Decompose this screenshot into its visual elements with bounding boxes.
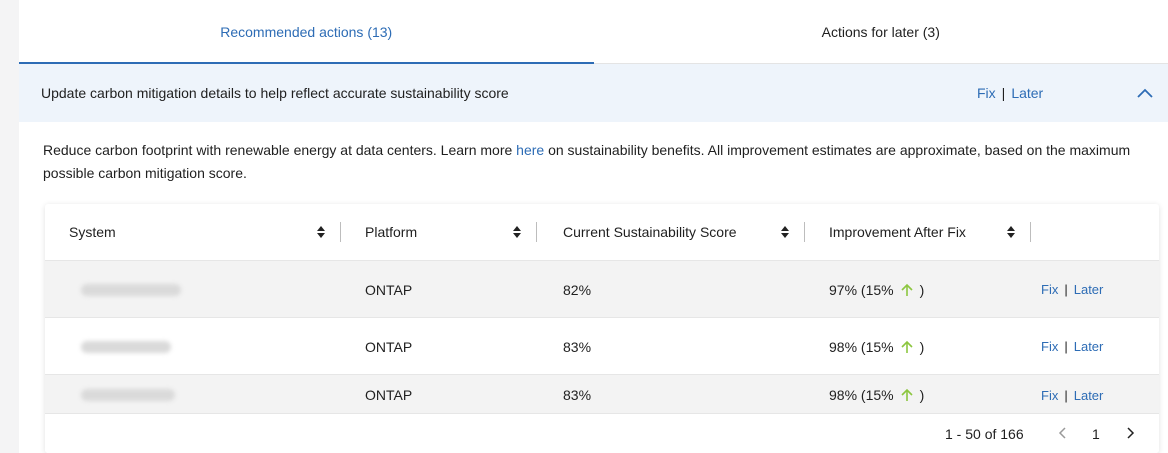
column-label: System — [69, 224, 116, 240]
column-label: Platform — [365, 224, 418, 240]
column-divider[interactable] — [804, 222, 805, 242]
chevron-up-icon[interactable] — [1136, 86, 1154, 100]
tab-label: Recommended actions (13) — [220, 23, 393, 40]
score-cell: 83% — [563, 338, 592, 355]
system-name-redacted — [81, 375, 175, 415]
improvement-close: ) — [919, 387, 925, 403]
recommendation-accordion-header[interactable]: Update carbon mitigation details to help… — [19, 64, 1168, 122]
column-header-platform[interactable]: Platform — [365, 204, 417, 260]
arrow-up-icon — [901, 388, 913, 401]
redacted-text — [81, 389, 175, 401]
sort-icon[interactable] — [316, 224, 326, 240]
improvement-close: ) — [919, 281, 925, 298]
tab-actions-for-later[interactable]: Actions for later (3) — [594, 0, 1168, 63]
column-divider[interactable] — [1030, 222, 1031, 242]
score-cell: 83% — [563, 387, 592, 403]
table-row[interactable]: ONTAP 83% 98% (15% ) Fix | Later — [45, 317, 1159, 374]
current-page-number[interactable]: 1 — [1092, 426, 1100, 442]
improvement-close: ) — [919, 338, 925, 355]
platform-cell: ONTAP — [365, 387, 413, 403]
tab-bar: Recommended actions (13) Actions for lat… — [19, 0, 1168, 64]
arrow-up-icon — [901, 283, 913, 296]
later-all-link[interactable]: Later — [1011, 85, 1043, 101]
row-fix-link[interactable]: Fix — [1041, 282, 1058, 297]
score-cell: 82% — [563, 281, 592, 298]
column-header-improvement[interactable]: Improvement After Fix — [829, 204, 966, 260]
row-actions: Fix | Later — [1041, 261, 1103, 318]
row-later-link[interactable]: Later — [1074, 339, 1104, 354]
action-separator: | — [1064, 282, 1068, 297]
tab-label: Actions for later (3) — [821, 23, 940, 40]
redacted-text — [81, 340, 171, 353]
fix-all-link[interactable]: Fix — [977, 85, 996, 101]
column-label: Improvement After Fix — [829, 224, 966, 240]
column-label: Current Sustainability Score — [563, 224, 737, 240]
action-separator: | — [1064, 339, 1068, 354]
improvement-cell: 98% (15% ) — [829, 318, 924, 375]
sort-icon[interactable] — [512, 224, 522, 240]
redacted-text — [81, 283, 181, 296]
chevron-right-icon[interactable] — [1125, 426, 1135, 440]
improvement-cell: 97% (15% ) — [829, 261, 924, 318]
system-name-redacted — [81, 261, 181, 318]
improvement-value: 97% (15% — [829, 281, 894, 298]
table-row[interactable]: ONTAP 82% 97% (15% ) Fix | Later — [45, 260, 1159, 317]
system-name-redacted — [81, 318, 171, 375]
description-text: Reduce carbon footprint with renewable e… — [43, 142, 517, 158]
chevron-left-icon[interactable] — [1058, 426, 1068, 440]
pagination-footer: 1 - 50 of 166 1 — [45, 413, 1159, 453]
arrow-up-icon — [901, 340, 913, 353]
table-header: System Platform Current Sustainability S… — [45, 204, 1159, 260]
recommendation-description: Reduce carbon footprint with renewable e… — [43, 139, 1153, 185]
row-actions: Fix | Later — [1041, 375, 1103, 415]
row-fix-link[interactable]: Fix — [1041, 388, 1058, 403]
sort-icon[interactable] — [780, 224, 790, 240]
systems-table: System Platform Current Sustainability S… — [45, 204, 1159, 453]
row-fix-link[interactable]: Fix — [1041, 339, 1058, 354]
column-divider[interactable] — [340, 222, 341, 242]
pagination-range: 1 - 50 of 166 — [945, 426, 1024, 442]
row-actions: Fix | Later — [1041, 318, 1103, 375]
recommendations-panel: Recommended actions (13) Actions for lat… — [19, 0, 1168, 453]
column-header-current-score[interactable]: Current Sustainability Score — [563, 204, 737, 260]
learn-more-link[interactable]: here — [516, 142, 544, 158]
sort-icon[interactable] — [1006, 224, 1016, 240]
improvement-cell: 98% (15% ) — [829, 375, 924, 415]
improvement-value: 98% (15% — [829, 387, 894, 403]
column-header-system[interactable]: System — [69, 204, 116, 260]
row-later-link[interactable]: Later — [1074, 388, 1104, 403]
column-divider[interactable] — [536, 222, 537, 242]
tab-recommended-actions[interactable]: Recommended actions (13) — [19, 0, 594, 64]
action-separator: | — [1001, 85, 1006, 101]
row-later-link[interactable]: Later — [1074, 282, 1104, 297]
recommendation-actions: Fix | Later — [977, 85, 1043, 101]
platform-cell: ONTAP — [365, 338, 413, 355]
action-separator: | — [1064, 387, 1068, 403]
platform-cell: ONTAP — [365, 281, 413, 298]
improvement-value: 98% (15% — [829, 338, 894, 355]
